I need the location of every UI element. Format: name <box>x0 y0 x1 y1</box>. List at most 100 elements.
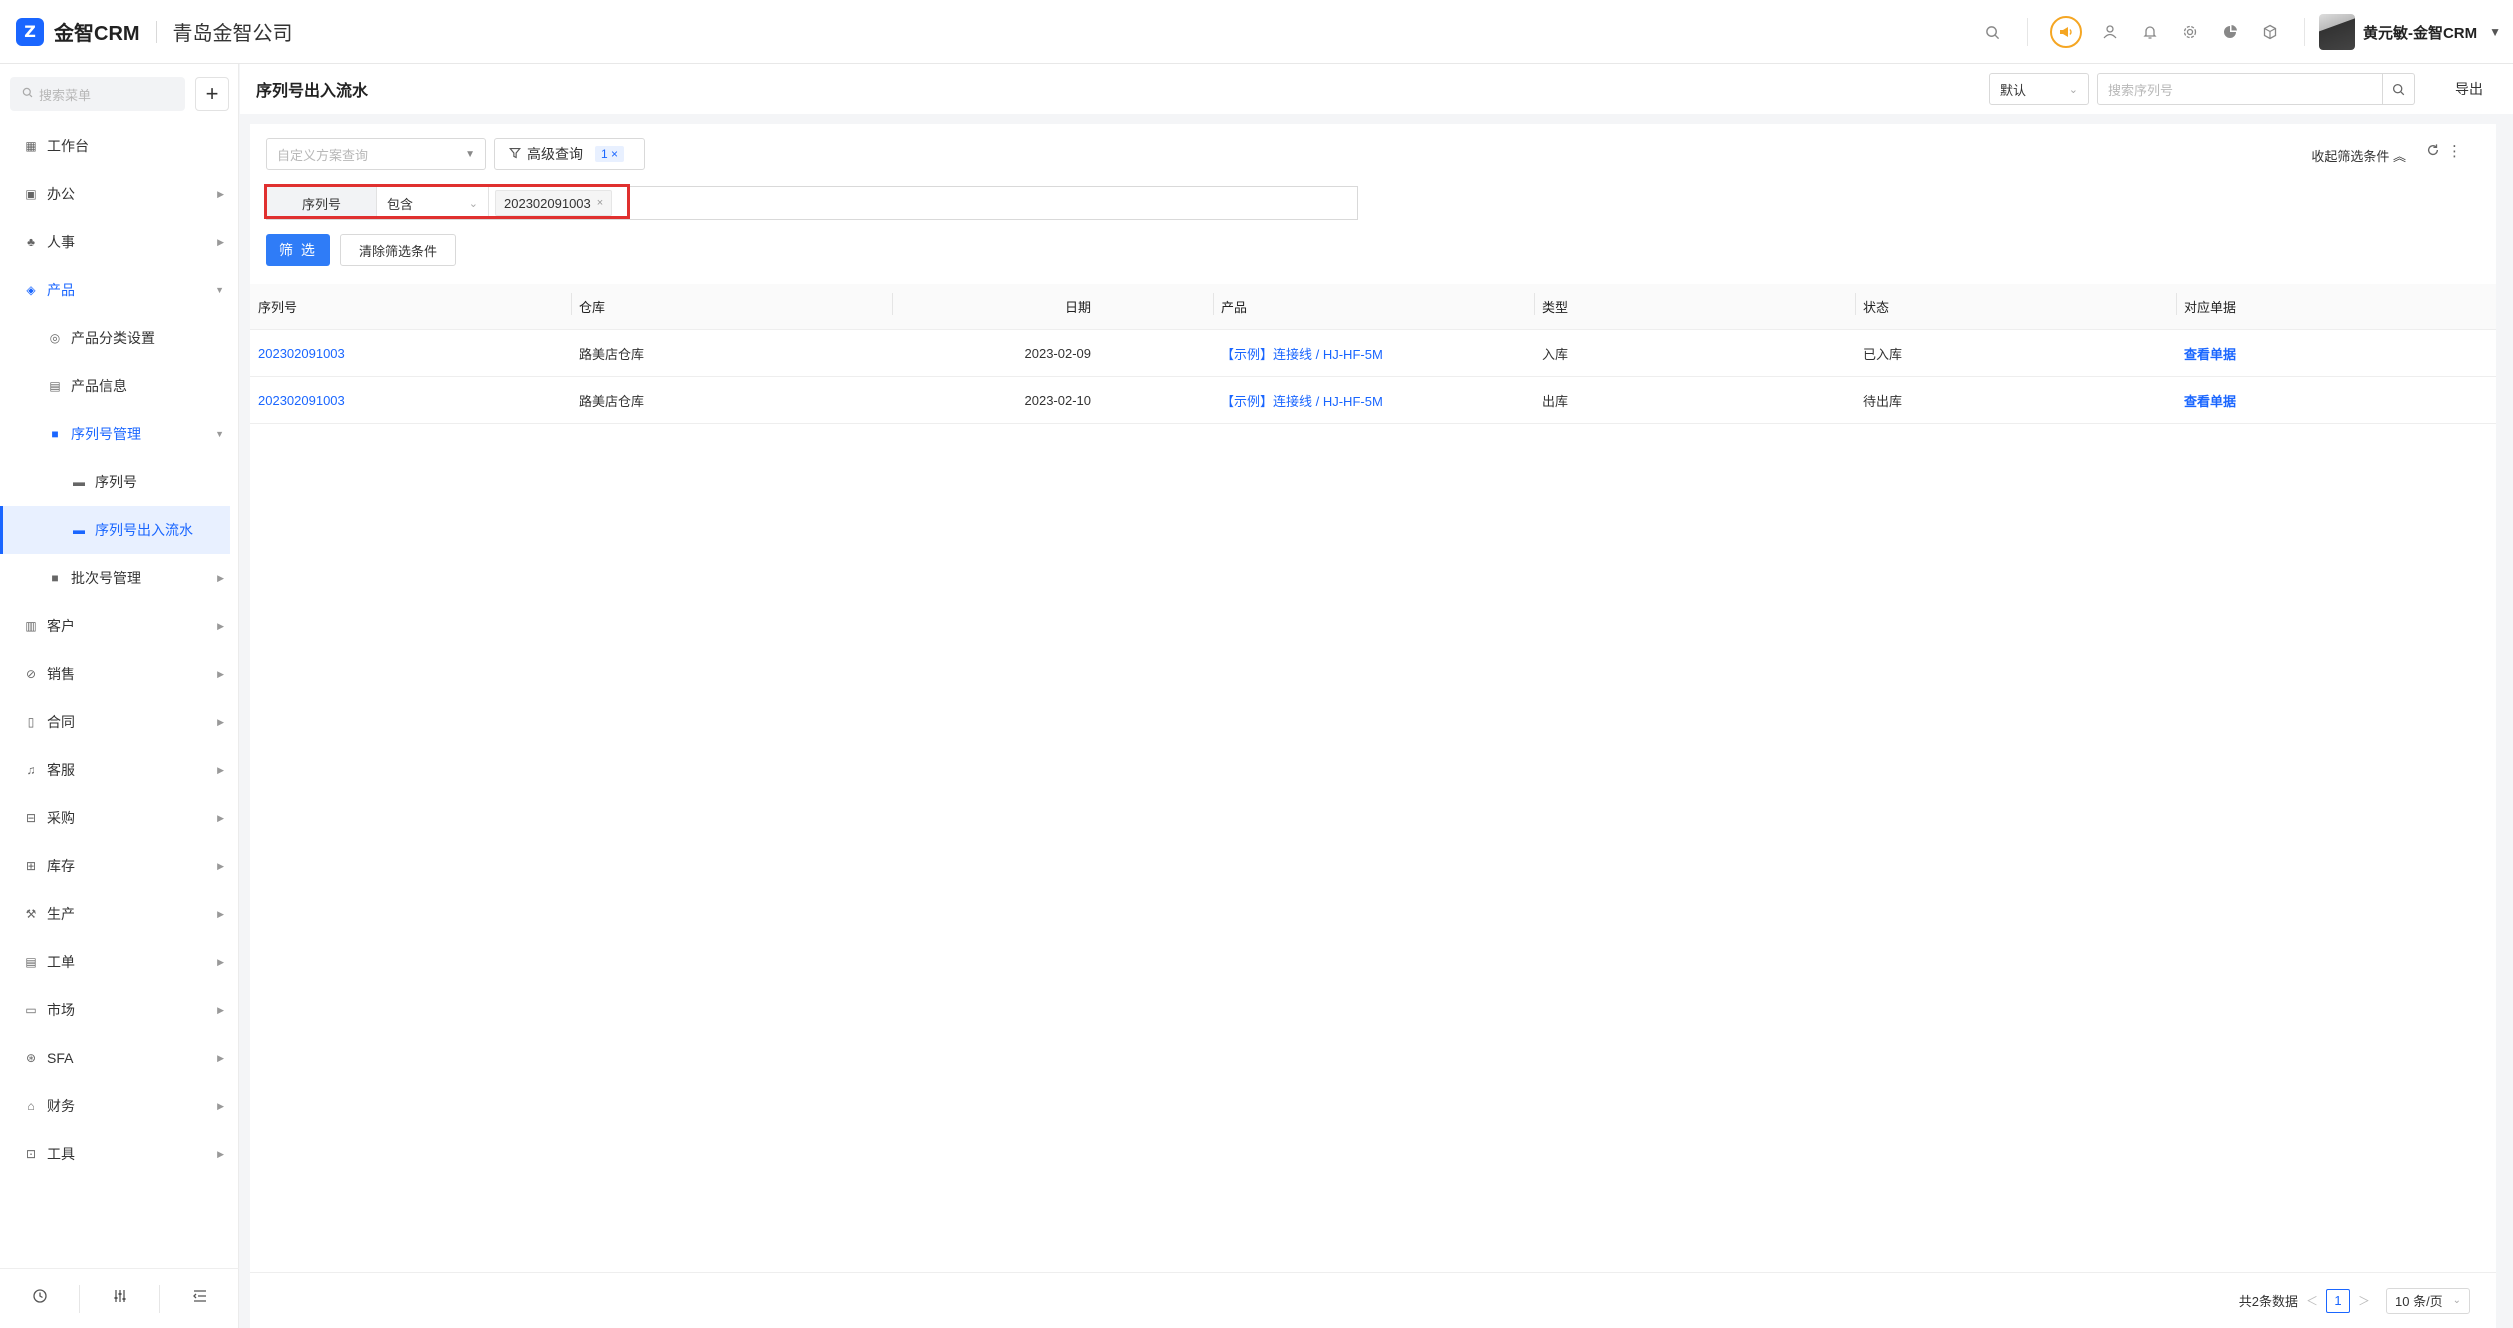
sidebar-item-label: 批次号管理 <box>71 570 141 586</box>
sidebar-item-market[interactable]: ▭ 市场 ▶ <box>0 986 230 1034</box>
filter-icon <box>508 147 522 162</box>
view-document-link[interactable]: 查看单据 <box>2176 391 2497 410</box>
advanced-query-count[interactable]: 1 × <box>595 146 625 162</box>
condition-value: 202302091003 <box>504 195 591 211</box>
serial-link[interactable]: 202302091003 <box>250 346 571 361</box>
sidebar-item-batch-management[interactable]: ■ 批次号管理 ▶ <box>0 554 230 602</box>
sidebar-item-office[interactable]: ▣ 办公 ▶ <box>0 170 230 218</box>
column-header[interactable]: 仓库 <box>571 293 892 316</box>
condition-value-tag[interactable]: 202302091003 × <box>495 190 613 216</box>
page-size-select[interactable]: 10 条/页 ⌄ <box>2386 1287 2470 1314</box>
chevron-right-icon: ▶ <box>217 1004 224 1015</box>
app-name: 金智CRM <box>54 23 140 45</box>
sidebar-item-finance[interactable]: ⌂ 财务 ▶ <box>0 1082 230 1130</box>
chevron-right-icon: ▶ <box>217 188 224 199</box>
more-icon[interactable]: ⋮ <box>2447 142 2462 160</box>
sidebar-item-serial-flow[interactable]: ▬ 序列号出入流水 <box>0 506 230 554</box>
export-button[interactable]: 导出 <box>2455 79 2483 99</box>
menu-search-input[interactable]: 搜索菜单 <box>10 77 185 111</box>
contacts-icon[interactable] <box>2090 12 2130 52</box>
sidebar-item-label: 产品 <box>47 282 75 298</box>
condition-field[interactable]: 序列号 <box>267 187 377 219</box>
page-number[interactable]: 1 <box>2325 1288 2350 1313</box>
search-icon[interactable] <box>1973 12 2013 52</box>
sidebar-item-tools[interactable]: ⊡ 工具 ▶ <box>0 1130 230 1178</box>
search-button[interactable] <box>2383 73 2415 105</box>
chevron-right-icon: ▶ <box>217 908 224 919</box>
pagination: 共2条数据 ＜ 1 ＞ 10 条/页 ⌄ <box>250 1272 2496 1328</box>
sidebar-item-sales[interactable]: ⊘ 销售 ▶ <box>0 650 230 698</box>
table-header: 序列号 仓库 日期 产品 类型 状态 对应单据 <box>250 284 2496 330</box>
scheme-placeholder: 自定义方案查询 <box>277 147 369 163</box>
column-header[interactable]: 状态 <box>1855 293 2176 316</box>
refresh-icon[interactable] <box>2426 143 2440 161</box>
sidebar-item-sfa[interactable]: ⊛ SFA ▶ <box>0 1034 230 1082</box>
sidebar-item-hr[interactable]: ♣ 人事 ▶ <box>0 218 230 266</box>
settings-icon: ◎ <box>49 331 61 345</box>
condition-operator-select[interactable]: 包含 ⌄ <box>377 187 489 219</box>
view-document-link[interactable]: 查看单据 <box>2176 344 2497 363</box>
clear-filter-button[interactable]: 清除筛选条件 <box>340 234 456 266</box>
history-icon[interactable] <box>0 1288 79 1309</box>
sidebar-item-product-category[interactable]: ◎ 产品分类设置 <box>0 314 230 362</box>
cart-icon: ⊟ <box>25 811 37 825</box>
sidebar-item-inventory[interactable]: ⊞ 库存 ▶ <box>0 842 230 890</box>
page-header: 序列号出入流水 默认 ⌄ 搜索序列号 导出 <box>240 64 2513 114</box>
collapse-menu-icon[interactable] <box>160 1288 239 1309</box>
pie-chart-icon[interactable] <box>2210 12 2250 52</box>
column-header[interactable]: 对应单据 <box>2176 293 2497 316</box>
advanced-query-button[interactable]: 高级查询 1 × <box>494 138 645 170</box>
user-menu[interactable]: 黄元敏-金智CRM ▼ <box>2318 14 2501 50</box>
product-link[interactable]: 【示例】连接线 / HJ-HF-5M <box>1213 344 1534 363</box>
sidebar-item-label: 市场 <box>47 1002 75 1018</box>
sidebar-item-workbench[interactable]: ▦ 工作台 <box>0 122 230 170</box>
column-header[interactable]: 序列号 <box>250 297 571 316</box>
sidebar-item-label: 采购 <box>47 810 75 826</box>
sidebar-item-serial[interactable]: ▬ 序列号 <box>0 458 230 506</box>
caret-down-icon: ▼ <box>465 148 475 160</box>
filter-condition-row: 序列号 包含 ⌄ 202302091003 × <box>266 186 1358 220</box>
serial-flow-table: 序列号 仓库 日期 产品 类型 状态 对应单据 202302091003 路美店… <box>250 284 2496 424</box>
sidebar-item-workorder[interactable]: ▤ 工单 ▶ <box>0 938 230 986</box>
sidebar-item-service[interactable]: ♫ 客服 ▶ <box>0 746 230 794</box>
sidebar-item-label: 人事 <box>47 234 75 250</box>
warehouse-icon: ⊞ <box>25 859 37 873</box>
announcement-icon[interactable] <box>2049 16 2082 48</box>
serial-link[interactable]: 202302091003 <box>250 393 571 408</box>
bell-icon[interactable] <box>2130 12 2170 52</box>
sidebar: 搜索菜单 + ▦ 工作台 ▣ 办公 ▶ ♣ 人事 ▶ ◈ 产品 ▼ ◎ 产品分类设置 ▤ 产品信息… <box>0 64 239 1328</box>
date-cell: 2023-02-09 <box>1024 345 1092 361</box>
column-header[interactable]: 日期 <box>892 293 1213 316</box>
collapse-filter-button[interactable]: 收起筛选条件 ︽ <box>2311 146 2406 165</box>
sliders-icon[interactable] <box>80 1288 159 1309</box>
scheme-select[interactable]: 自定义方案查询 ▼ <box>266 138 486 170</box>
type-cell: 出库 <box>1542 393 1569 409</box>
app-logo[interactable]: Z 金智CRM <box>16 17 140 46</box>
sidebar-item-purchase[interactable]: ⊟ 采购 ▶ <box>0 794 230 842</box>
product-link[interactable]: 【示例】连接线 / HJ-HF-5M <box>1213 391 1534 410</box>
search-icon <box>22 87 33 101</box>
sidebar-item-product-info[interactable]: ▤ 产品信息 <box>0 362 230 410</box>
customer-icon: ▥ <box>25 619 37 633</box>
gear-icon[interactable] <box>2170 12 2210 52</box>
add-menu-button[interactable]: + <box>195 77 229 111</box>
header-divider <box>2303 18 2305 46</box>
close-icon[interactable]: × <box>597 197 603 209</box>
cube-icon[interactable] <box>2250 12 2290 52</box>
sidebar-item-product[interactable]: ◈ 产品 ▼ <box>0 266 230 314</box>
chevron-left-icon[interactable]: ＜ <box>2306 1292 2318 1309</box>
sidebar-item-customer[interactable]: ▥ 客户 ▶ <box>0 602 230 650</box>
sidebar-item-production[interactable]: ⚒ 生产 ▶ <box>0 890 230 938</box>
company-name: 青岛金智公司 <box>172 23 293 45</box>
chevron-down-icon: ▼ <box>215 429 224 439</box>
close-icon[interactable]: × <box>611 147 618 161</box>
column-header[interactable]: 类型 <box>1534 293 1855 316</box>
view-select[interactable]: 默认 ⌄ <box>1989 73 2089 105</box>
chevron-right-icon[interactable]: ＞ <box>2358 1292 2370 1309</box>
sidebar-item-contract[interactable]: ▯ 合同 ▶ <box>0 698 230 746</box>
column-header[interactable]: 产品 <box>1213 293 1534 316</box>
date-cell: 2023-02-10 <box>1024 392 1092 408</box>
serial-search-input[interactable]: 搜索序列号 <box>2097 73 2383 105</box>
apply-filter-button[interactable]: 筛 选 <box>266 234 330 266</box>
sidebar-item-serial-management[interactable]: ■ 序列号管理 ▼ <box>0 410 230 458</box>
